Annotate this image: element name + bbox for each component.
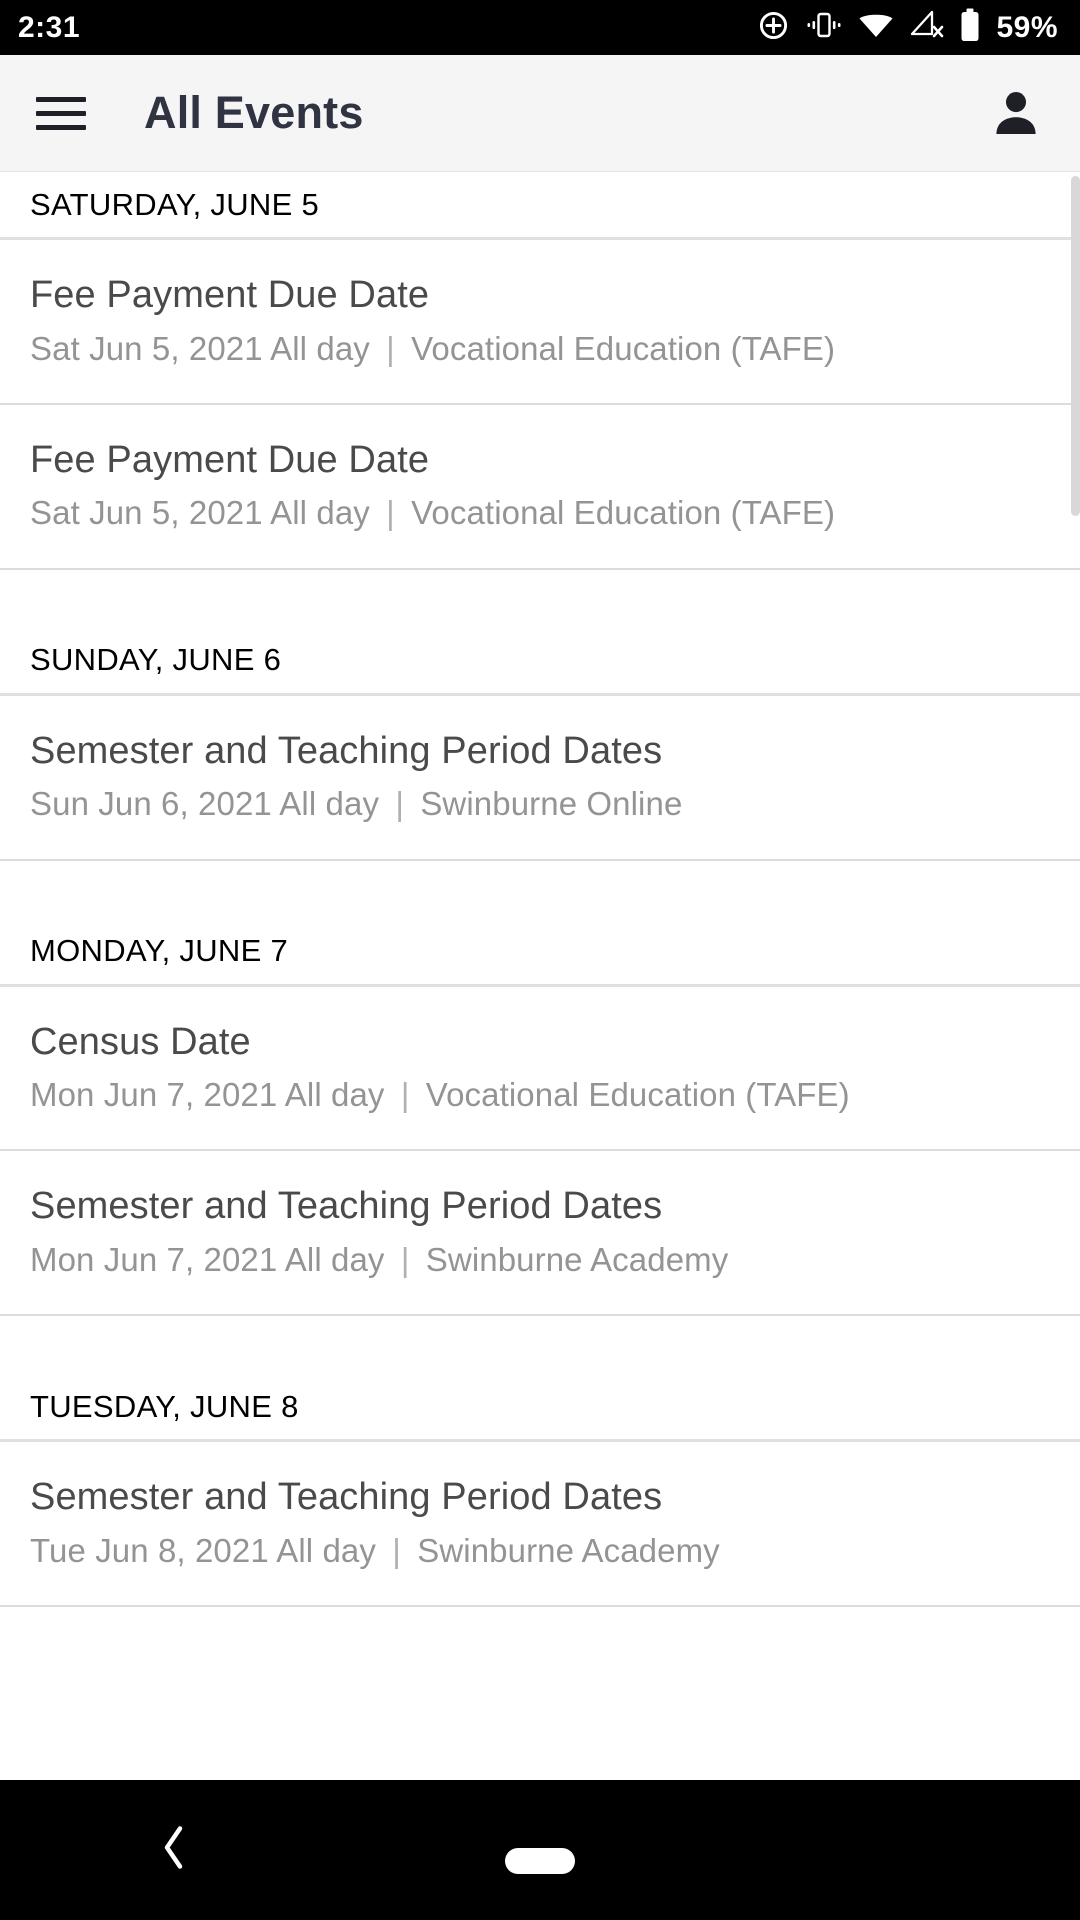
status-bar: 2:31 59% (0, 0, 1080, 55)
event-category: Vocational Education (TAFE) (411, 494, 836, 532)
events-list[interactable]: SATURDAY, JUNE 5 Fee Payment Due Date Sa… (0, 172, 1080, 1780)
hamburger-bar (36, 96, 86, 102)
event-title: Semester and Teaching Period Dates (30, 1476, 663, 1519)
event-meta-separator: | (395, 785, 405, 823)
cellular-off-icon (910, 10, 944, 45)
date-section-header: SATURDAY, JUNE 5 (0, 172, 1080, 240)
event-list-item[interactable]: Semester and Teaching Period Dates Tue J… (0, 1442, 1080, 1608)
battery-percent-label: 59% (996, 10, 1058, 44)
event-datetime: Tue Jun 8, 2021 All day (30, 1531, 376, 1569)
wifi-icon (858, 10, 894, 45)
hamburger-menu-icon[interactable] (36, 93, 86, 133)
event-datetime: Sun Jun 6, 2021 All day (30, 785, 380, 823)
system-navigation-bar (0, 1780, 1080, 1920)
event-list-item[interactable]: Census Date Mon Jun 7, 2021 All day | Vo… (0, 986, 1080, 1152)
vertical-scrollbar[interactable] (1071, 176, 1080, 516)
event-datetime: Mon Jun 7, 2021 All day (30, 1076, 385, 1114)
date-section-header: SUNDAY, JUNE 6 (0, 627, 1080, 696)
event-list-item[interactable]: Semester and Teaching Period Dates Sun J… (0, 695, 1080, 861)
event-title: Census Date (30, 1020, 251, 1063)
event-meta: Sat Jun 5, 2021 All day | Vocational Edu… (30, 495, 1050, 531)
event-title: Fee Payment Due Date (30, 274, 430, 316)
app-bar: All Events (0, 55, 1080, 172)
event-list-item[interactable]: Fee Payment Due Date Sat Jun 5, 2021 All… (0, 240, 1080, 405)
event-category: Vocational Education (TAFE) (425, 1076, 850, 1114)
event-meta: Sat Jun 5, 2021 All day | Vocational Edu… (30, 329, 1050, 367)
event-list-item[interactable]: Fee Payment Due Date Sat Jun 5, 2021 All… (0, 404, 1080, 570)
event-title: Fee Payment Due Date (30, 438, 430, 481)
back-chevron-icon[interactable] (158, 1823, 190, 1878)
event-category: Swinburne Academy (425, 1240, 729, 1278)
battery-icon (960, 8, 980, 47)
status-bar-clock: 2:31 (18, 10, 81, 44)
event-category: Vocational Education (TAFE) (411, 329, 836, 367)
list-bottom-spacer (0, 1607, 1080, 1668)
event-category: Swinburne Online (420, 785, 683, 823)
location-icon (757, 9, 790, 47)
home-pill-icon[interactable] (505, 1848, 575, 1874)
event-meta: Sun Jun 6, 2021 All day | Swinburne Onli… (30, 786, 1050, 822)
hamburger-bar (36, 124, 86, 130)
person-account-icon[interactable] (988, 85, 1044, 141)
phone-screen: 2:31 59% All Events SATURDAY, JUNE 5 Fee… (0, 0, 1080, 1920)
event-list-item[interactable]: Semester and Teaching Period Dates Mon J… (0, 1151, 1080, 1317)
event-meta: Mon Jun 7, 2021 All day | Swinburne Acad… (30, 1240, 1050, 1278)
date-section-header: TUESDAY, JUNE 8 (0, 1374, 1080, 1443)
event-meta: Mon Jun 7, 2021 All day | Vocational Edu… (30, 1076, 1050, 1114)
status-bar-icons: 59% (757, 8, 1058, 47)
event-meta-separator: | (400, 1076, 410, 1114)
hamburger-bar (36, 110, 86, 116)
event-meta: Tue Jun 8, 2021 All day | Swinburne Acad… (30, 1531, 1050, 1569)
event-category: Swinburne Academy (417, 1531, 720, 1569)
event-title: Semester and Teaching Period Dates (30, 729, 663, 772)
event-datetime: Sat Jun 5, 2021 All day (30, 329, 370, 367)
event-meta-separator: | (392, 1531, 401, 1569)
vibrate-icon (806, 10, 842, 45)
event-meta-separator: | (400, 1240, 410, 1278)
event-datetime: Sat Jun 5, 2021 All day (30, 494, 370, 532)
date-section-header: MONDAY, JUNE 7 (0, 918, 1080, 987)
event-title: Semester and Teaching Period Dates (30, 1185, 663, 1228)
event-meta-separator: | (386, 329, 395, 367)
event-datetime: Mon Jun 7, 2021 All day (30, 1240, 385, 1278)
event-meta-separator: | (386, 494, 395, 532)
page-title: All Events (144, 87, 364, 138)
